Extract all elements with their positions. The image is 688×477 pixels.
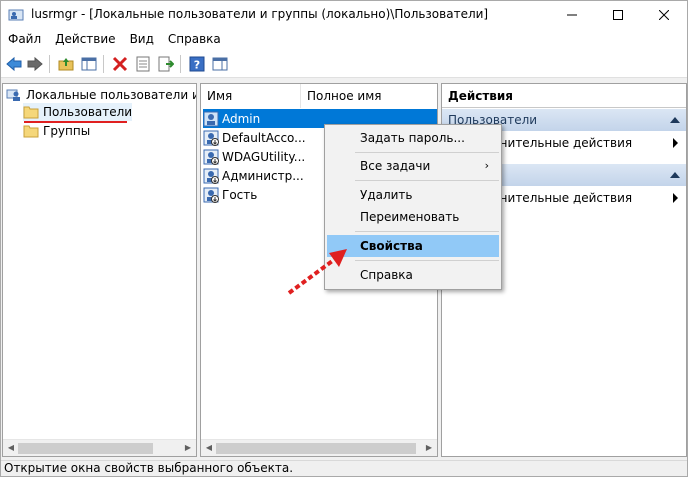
ctx-delete[interactable]: Удалить	[327, 184, 499, 206]
scroll-left-icon[interactable]: ◀	[203, 442, 215, 454]
scroll-right-icon[interactable]: ▶	[182, 442, 194, 454]
window-title: lusrmgr - [Локальные пользователи и груп…	[31, 7, 489, 21]
collapse-icon[interactable]	[670, 172, 680, 178]
forward-arrow-icon	[27, 56, 43, 72]
disabled-user-icon	[203, 168, 219, 184]
export-list-icon	[158, 56, 174, 72]
menu-help[interactable]: Справка	[161, 29, 228, 50]
users-snapin-icon	[6, 89, 20, 101]
scrollbar-thumb[interactable]	[18, 443, 153, 454]
folder-up-icon	[58, 58, 74, 71]
scrollbar-thumb[interactable]	[216, 443, 416, 454]
column-header-name[interactable]: Имя	[201, 84, 301, 108]
user-name: Администр...	[222, 168, 304, 183]
ctx-separator	[355, 260, 499, 261]
disabled-user-icon	[203, 149, 219, 165]
more-actions-label: лнительные действия	[492, 191, 633, 205]
console-tree-pane: Локальные пользователи и гр Пользователи…	[2, 83, 197, 457]
close-icon	[659, 10, 669, 20]
user-name: Гость	[222, 187, 258, 202]
scroll-left-icon[interactable]: ◀	[5, 442, 17, 454]
red-arrow-annotation	[287, 249, 347, 295]
ctx-separator	[355, 180, 499, 181]
status-bar: Открытие окна свойств выбранного объекта…	[1, 460, 687, 476]
list-horizontal-scrollbar[interactable]: ◀ ▶	[201, 439, 437, 456]
svg-text:?: ?	[194, 59, 200, 72]
folder-icon	[23, 125, 39, 138]
maximize-icon	[613, 10, 623, 20]
tree-root-local-users-groups[interactable]: Локальные пользователи и гр	[6, 86, 196, 104]
tree-horizontal-scrollbar[interactable]: ◀ ▶	[3, 439, 196, 456]
column-header-full-name[interactable]: Полное имя	[301, 84, 437, 108]
export-list-button[interactable]	[156, 54, 176, 74]
actions-title: Действия	[442, 84, 686, 108]
disabled-user-icon	[203, 130, 219, 146]
menu-action[interactable]: Действие	[48, 29, 122, 50]
user-name: WDAGUtility...	[222, 149, 306, 164]
properties-button[interactable]	[133, 54, 153, 74]
show-hide-action-pane-button[interactable]	[210, 54, 230, 74]
maximize-button[interactable]	[595, 1, 641, 29]
user-name: DefaultAcco...	[222, 130, 306, 145]
tree-item-users[interactable]: Пользователи	[23, 103, 133, 121]
collapse-icon[interactable]	[670, 117, 680, 123]
submenu-arrow-icon	[673, 193, 678, 203]
tree-item-label: Пользователи	[43, 105, 133, 119]
user-row-guest[interactable]: Гость	[203, 185, 257, 204]
delete-x-icon	[112, 56, 128, 72]
mmc-window: lusrmgr - [Локальные пользователи и груп…	[0, 0, 688, 477]
ctx-separator	[355, 152, 499, 153]
up-level-button[interactable]	[56, 54, 76, 74]
toolbar-separator	[180, 55, 181, 73]
show-hide-tree-button[interactable]	[79, 54, 99, 74]
back-button[interactable]	[4, 54, 24, 74]
submenu-chevron-icon: ›	[484, 159, 489, 172]
user-name: Admin	[222, 111, 261, 126]
help-question-icon: ?	[189, 56, 205, 72]
users-app-icon	[8, 9, 24, 21]
user-icon	[203, 111, 219, 126]
action-pane-icon	[212, 57, 228, 71]
user-row-wdagutility[interactable]: WDAGUtility...	[203, 147, 305, 166]
disabled-user-icon	[203, 187, 219, 203]
ctx-separator	[355, 231, 499, 232]
tree-item-label: Группы	[43, 124, 91, 138]
ctx-rename[interactable]: Переименовать	[327, 206, 499, 228]
menu-bar: Файл Действие Вид Справка	[1, 29, 687, 50]
back-arrow-icon	[6, 56, 22, 72]
forward-button[interactable]	[25, 54, 45, 74]
ctx-all-tasks-label: Все задачи	[360, 159, 431, 173]
ctx-set-password[interactable]: Задать пароль...	[327, 127, 499, 149]
more-actions-label: лнительные действия	[492, 136, 633, 150]
title-bar: lusrmgr - [Локальные пользователи и груп…	[1, 1, 687, 29]
help-button[interactable]: ?	[187, 54, 207, 74]
properties-icon	[136, 56, 150, 72]
console-tree-icon	[81, 57, 97, 71]
delete-button[interactable]	[110, 54, 130, 74]
tree-root-label: Локальные пользователи и гр	[26, 88, 196, 102]
folder-icon	[23, 106, 39, 119]
submenu-arrow-icon	[673, 138, 678, 148]
close-button[interactable]	[641, 1, 687, 29]
user-row-defaultaccount[interactable]: DefaultAcco...	[203, 128, 306, 147]
toolbar: ?	[1, 50, 687, 78]
minimize-button[interactable]	[549, 1, 595, 29]
tree-item-groups[interactable]: Группы	[23, 122, 90, 140]
toolbar-separator	[49, 55, 50, 73]
minimize-icon	[567, 14, 577, 16]
scroll-right-icon[interactable]: ▶	[423, 442, 435, 454]
user-row-administrator[interactable]: Администр...	[203, 166, 304, 185]
ctx-all-tasks[interactable]: Все задачи ›	[327, 155, 499, 177]
menu-file[interactable]: Файл	[1, 29, 48, 50]
toolbar-separator	[103, 55, 104, 73]
menu-view[interactable]: Вид	[123, 29, 161, 50]
